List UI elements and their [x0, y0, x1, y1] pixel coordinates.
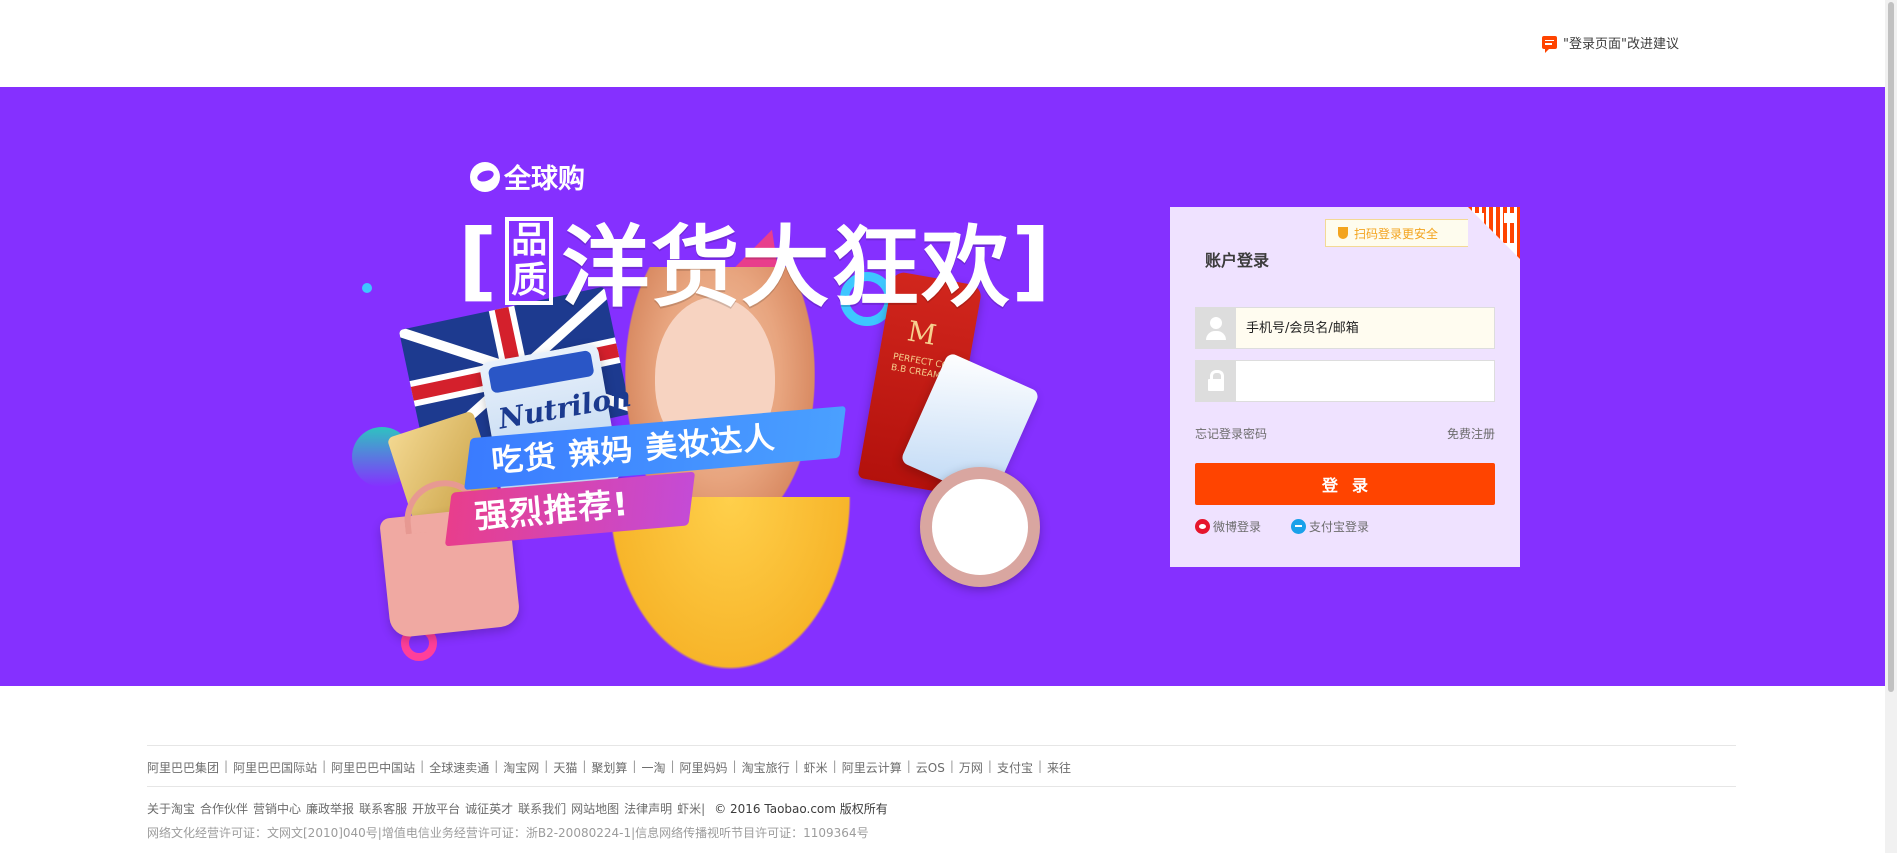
footer-separator: |	[1037, 759, 1042, 773]
footer-link[interactable]: 阿里云计算	[842, 759, 902, 776]
footer-separator: |	[322, 759, 327, 773]
username-input[interactable]	[1236, 308, 1494, 348]
watch-image	[920, 439, 1080, 587]
username-field	[1195, 307, 1495, 349]
promo-banner[interactable]: Nutrilon M PERFECT COVER B.B CREAM 吃货 辣妈…	[330, 157, 1150, 686]
footer-link[interactable]: 天猫	[553, 759, 577, 776]
copyright: © 2016 Taobao.com 版权所有	[714, 802, 888, 816]
footer-about-link[interactable]: 网站地图	[571, 800, 619, 817]
alternative-login: 微博登录 支付宝登录	[1195, 518, 1399, 535]
headline-text: 洋货大狂欢	[561, 215, 1012, 319]
footer-separator: |	[987, 759, 992, 773]
shield-icon	[1338, 227, 1348, 239]
qr-login-tip[interactable]: 扫码登录更安全	[1325, 219, 1479, 247]
footer-separator: |	[794, 759, 799, 773]
footer-link[interactable]: 全球速卖通	[429, 759, 489, 776]
footer-link[interactable]: 一淘	[641, 759, 665, 776]
footer-link[interactable]: 阿里巴巴中国站	[331, 759, 415, 776]
footer-about-link[interactable]: 诚征英才	[465, 800, 513, 817]
hero-banner: Nutrilon M PERFECT COVER B.B CREAM 吃货 辣妈…	[0, 87, 1885, 686]
footer-separator: |	[544, 759, 549, 773]
comment-icon	[1542, 35, 1557, 53]
footer-about-link[interactable]: 联系我们	[518, 800, 566, 817]
qr-tip-text: 扫码登录更安全	[1354, 226, 1439, 241]
footer-separator: |	[949, 759, 954, 773]
global-buy-logo-icon	[470, 161, 500, 192]
feedback-label: "登录页面"改进建议	[1563, 36, 1679, 52]
register-link[interactable]: 免费注册	[1447, 425, 1495, 442]
footer-about-link[interactable]: 营销中心	[253, 800, 301, 817]
quality-badge: 品 质	[505, 216, 554, 305]
footer-divider-middle	[147, 786, 1736, 787]
footer-link[interactable]: 来往	[1047, 759, 1071, 776]
footer-link[interactable]: 淘宝旅行	[742, 759, 790, 776]
bracket-right: ]	[1011, 210, 1051, 311]
license-info: 网络文化经营许可证：文网文[2010]040号|增值电信业务经营许可证：浙B2-…	[147, 826, 869, 840]
weibo-icon	[1195, 519, 1210, 534]
footer-link[interactable]: 支付宝	[997, 759, 1033, 776]
teal-dot-decoration	[362, 283, 372, 293]
alipay-icon	[1291, 519, 1307, 534]
footer-separator: |	[832, 759, 837, 773]
top-bar: "登录页面"改进建议	[0, 0, 1897, 87]
promo-headline: [ 品 质 洋货大狂欢 ]	[458, 197, 1051, 324]
footer-separator: |	[732, 759, 737, 773]
footer-separator: |	[670, 759, 675, 773]
vertical-scrollbar[interactable]	[1885, 0, 1897, 853]
footer-about-link[interactable]: 虾米|	[677, 800, 705, 817]
weibo-login-link[interactable]: 微博登录	[1195, 518, 1261, 535]
qr-code-toggle[interactable]	[1468, 207, 1520, 259]
footer-link[interactable]: 虾米	[804, 759, 828, 776]
password-field	[1195, 360, 1495, 402]
quality-line-2: 质	[511, 259, 548, 301]
footer-divider-top	[147, 745, 1736, 746]
weibo-login-label: 微博登录	[1213, 520, 1262, 534]
password-input[interactable]	[1236, 361, 1494, 401]
lock-icon	[1196, 361, 1236, 401]
global-buy-logo: 全球购	[470, 157, 585, 196]
login-button[interactable]: 登录	[1195, 463, 1495, 505]
footer-about-link[interactable]: 关于淘宝	[147, 800, 195, 817]
footer-group-links: 阿里巴巴集团 | 阿里巴巴国际站 | 阿里巴巴中国站 | 全球速卖通 | 淘宝网 | 天猫 | 聚划算 |…	[147, 759, 1071, 776]
footer-about-link[interactable]: 法律声明	[624, 800, 672, 817]
feedback-link[interactable]: "登录页面"改进建议	[1542, 32, 1679, 53]
footer-separator: |	[582, 759, 587, 773]
footer-about-link[interactable]: 联系客服	[359, 800, 407, 817]
footer-about-link[interactable]: 廉政举报	[306, 800, 354, 817]
footer-separator: |	[906, 759, 911, 773]
brand-text: 全球购	[504, 164, 585, 195]
footer-about-links: 关于淘宝 合作伙伴 营销中心 廉政举报 联系客服 开放平台 诚征英才 联系我们 网站地图 法律声明…	[147, 800, 888, 817]
footer-link[interactable]: 云OS	[916, 759, 945, 776]
forgot-password-link[interactable]: 忘记登录密码	[1195, 425, 1267, 442]
login-panel: 扫码登录更安全 账户登录 忘记登录密码 免费注册 登录 微博登录	[1170, 207, 1520, 567]
footer-separator: |	[224, 759, 229, 773]
footer-link[interactable]: 聚划算	[591, 759, 627, 776]
footer-link[interactable]: 阿里巴巴集团	[147, 759, 219, 776]
footer-separator: |	[420, 759, 425, 773]
footer-link[interactable]: 淘宝网	[503, 759, 539, 776]
footer: 阿里巴巴集团 | 阿里巴巴国际站 | 阿里巴巴中国站 | 全球速卖通 | 淘宝网 | 天猫 | 聚划算 |…	[147, 745, 1736, 840]
quality-line-1: 品	[511, 219, 548, 261]
scrollbar-thumb[interactable]	[1888, 2, 1894, 692]
footer-separator: |	[494, 759, 499, 773]
footer-about-link[interactable]: 开放平台	[412, 800, 460, 817]
bracket-left: [	[458, 210, 498, 311]
footer-link[interactable]: 万网	[959, 759, 983, 776]
footer-link[interactable]: 阿里妈妈	[680, 759, 728, 776]
login-links: 忘记登录密码 免费注册	[1195, 425, 1495, 442]
alipay-login-link[interactable]: 支付宝登录	[1291, 518, 1369, 535]
footer-about-link[interactable]: 合作伙伴	[200, 800, 248, 817]
login-title: 账户登录	[1205, 251, 1270, 270]
footer-link[interactable]: 阿里巴巴国际站	[233, 759, 317, 776]
footer-separator: |	[632, 759, 637, 773]
user-icon	[1196, 308, 1236, 348]
alipay-login-label: 支付宝登录	[1309, 520, 1370, 534]
